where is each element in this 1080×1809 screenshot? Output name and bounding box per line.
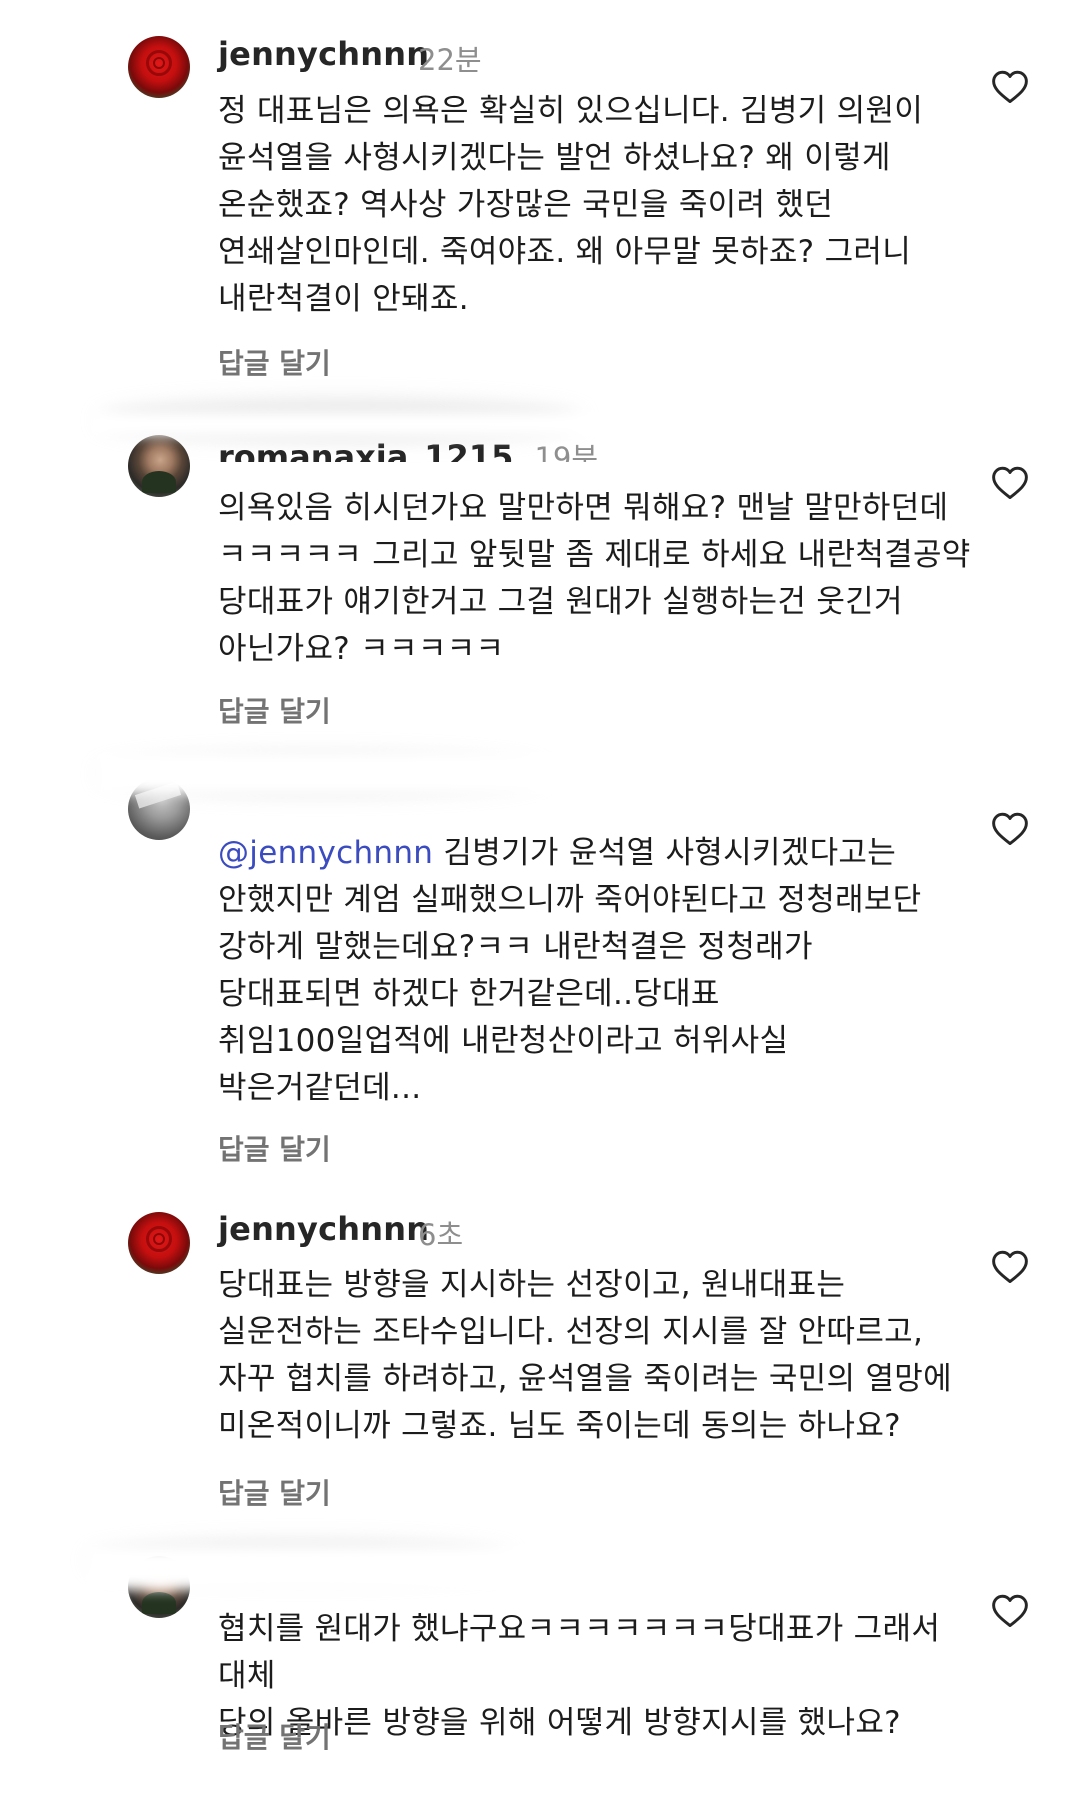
comment-text-body: 김병기가 윤석열 사형시키겠다고는 안했지만 계엄 실패했으니까 죽어야된다고 … xyxy=(218,835,922,1106)
comment-username-text: romanaxia_1215 xyxy=(218,438,514,462)
avatar[interactable] xyxy=(128,1212,190,1274)
redaction-smudge xyxy=(96,752,636,794)
redaction-smudge xyxy=(90,412,610,436)
reply-button[interactable]: 답글 달기 xyxy=(218,1128,331,1168)
comment-text: 당대표는 방향을 지시하는 선장이고, 원내대표는 실운전하는 조타수입니다. … xyxy=(218,1267,952,1444)
avatar[interactable] xyxy=(128,36,190,98)
heart-outline-icon xyxy=(992,70,1028,104)
like-button[interactable] xyxy=(990,1592,1030,1628)
reply-button[interactable]: 답글 달기 xyxy=(218,342,331,382)
comment-timestamp: 6초 xyxy=(418,1218,464,1252)
heart-outline-icon xyxy=(992,812,1028,846)
comment-timestamp: 22분 xyxy=(418,43,482,77)
reply-button[interactable]: 답글 달기 xyxy=(218,1472,331,1512)
reply-button[interactable]: 답글 달기 xyxy=(218,1716,331,1756)
heart-outline-icon xyxy=(992,466,1028,500)
comment-username[interactable]: jennychnnn xyxy=(218,1210,429,1248)
like-button[interactable] xyxy=(990,68,1030,104)
avatar[interactable] xyxy=(128,435,190,497)
heart-outline-icon xyxy=(992,1594,1028,1628)
redaction-smudge xyxy=(86,1546,626,1590)
comment-text: @jennychnnn 김병기가 윤석열 사형시키겠다고는 안했지만 계엄 실패… xyxy=(218,830,978,1112)
reply-button[interactable]: 답글 달기 xyxy=(218,690,331,730)
mention-link[interactable]: @jennychnnn xyxy=(218,835,433,871)
comment-username[interactable]: romanaxia_1215 19분 xyxy=(218,436,598,462)
comment-text: 정 대표님은 의욕은 확실히 있으십니다. 김병기 의원이 윤석열을 사형시키겠… xyxy=(218,93,924,317)
comment-timestamp: 19분 xyxy=(534,441,599,462)
comment-text: 의욕있음 히시던가요 말만하면 뭐해요? 맨날 말만하던데 ㅋㅋㅋㅋㅋ 그리고 … xyxy=(218,490,971,667)
heart-outline-icon xyxy=(992,1250,1028,1284)
like-button[interactable] xyxy=(990,1248,1030,1284)
comment-text: 협치를 원대가 했냐구요ㅋㅋㅋㅋㅋㅋㅋ당대표가 그래서 대체 당의 올바른 방향… xyxy=(218,1611,941,1741)
comment-username[interactable]: jennychnnn xyxy=(218,35,429,73)
like-button[interactable] xyxy=(990,810,1030,846)
like-button[interactable] xyxy=(990,464,1030,500)
